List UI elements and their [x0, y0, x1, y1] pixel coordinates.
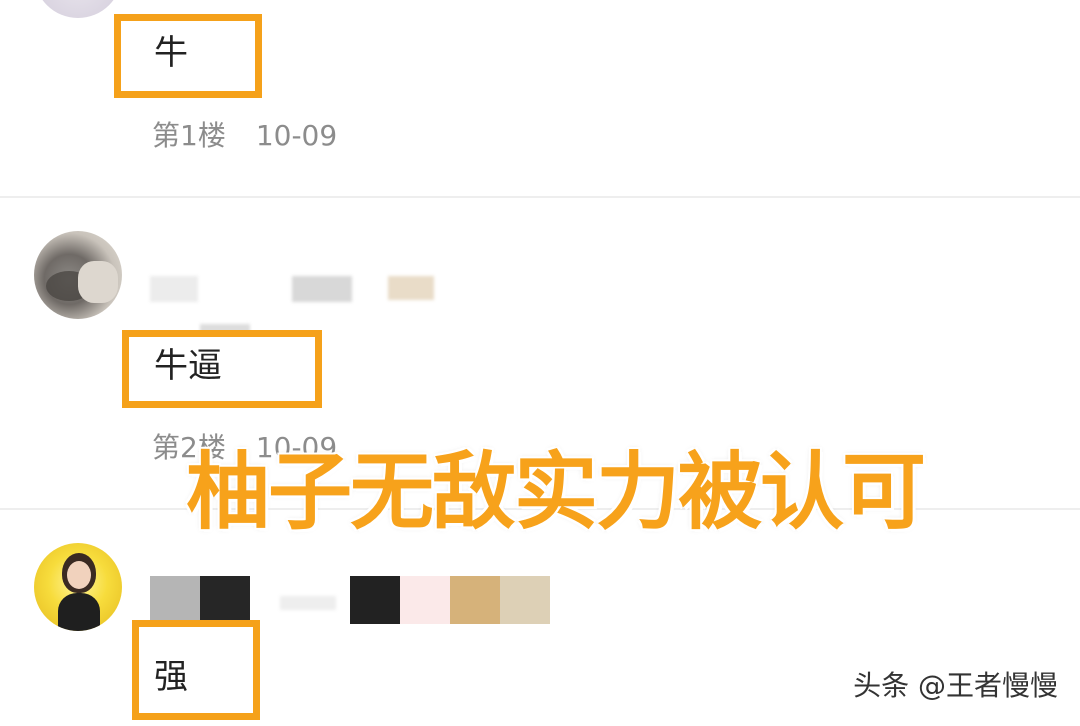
username-blurred	[350, 576, 400, 624]
username-blurred	[500, 576, 550, 624]
username-blurred	[292, 276, 352, 302]
username-blurred	[450, 576, 500, 624]
comment-highlight-box	[132, 620, 260, 720]
comment-text: 牛逼	[154, 346, 222, 386]
comment-meta: 第1楼 10-09	[152, 122, 337, 150]
comment-text: 强	[154, 657, 188, 697]
watermark: 头条 @王者慢慢	[853, 669, 1058, 702]
avatar-detail	[67, 561, 91, 589]
avatar-detail	[78, 261, 118, 303]
username-blurred	[150, 576, 200, 624]
avatar-detail	[58, 593, 100, 631]
username-blurred	[388, 276, 434, 300]
avatar[interactable]	[34, 543, 122, 631]
username-blurred	[150, 276, 198, 302]
comment-date: 10-09	[255, 119, 338, 152]
username-blurred	[280, 596, 336, 610]
comment-highlight-box	[122, 330, 322, 408]
comment-text: 牛	[154, 33, 188, 73]
floor-label: 第1楼	[152, 119, 226, 152]
avatar[interactable]	[34, 0, 122, 18]
avatar[interactable]	[34, 231, 122, 319]
username-blurred	[400, 576, 450, 624]
overlay-caption: 柚子无敌实力被认可	[186, 443, 926, 541]
comment-highlight-box	[114, 14, 262, 98]
username-blurred	[200, 576, 250, 624]
divider	[0, 196, 1080, 198]
